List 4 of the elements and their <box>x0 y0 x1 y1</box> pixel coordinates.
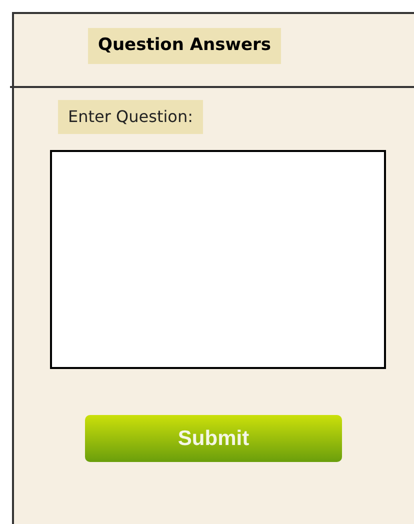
question-label: Enter Question: <box>58 100 203 134</box>
submit-button[interactable]: Submit <box>85 415 342 462</box>
page-title: Question Answers <box>88 28 281 64</box>
question-field[interactable] <box>50 150 386 369</box>
